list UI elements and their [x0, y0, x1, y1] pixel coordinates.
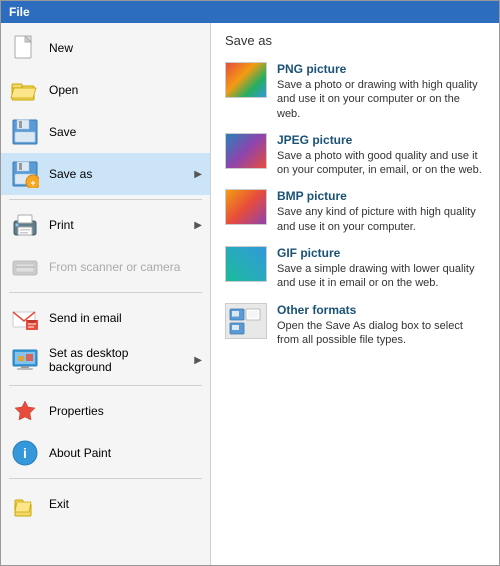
properties-icon	[9, 395, 41, 427]
other-thumbnail	[225, 303, 267, 339]
menu-item-email[interactable]: Send in email	[1, 297, 210, 339]
jpeg-thumbnail	[225, 133, 267, 169]
menu-item-properties-label: Properties	[49, 404, 202, 418]
email-icon	[9, 302, 41, 334]
application-window: File New	[0, 0, 500, 566]
menu-item-new[interactable]: New	[1, 27, 210, 69]
menu-item-about-label: About Paint	[49, 446, 202, 460]
new-icon	[9, 32, 41, 64]
svg-text:i: i	[23, 445, 27, 461]
gif-title: GIF picture	[277, 246, 485, 260]
png-thumbnail	[225, 62, 267, 98]
format-item-other[interactable]: Other formats Open the Save As dialog bo…	[225, 303, 485, 348]
about-icon: i	[9, 437, 41, 469]
desktop-bg-arrow: ▶	[194, 355, 202, 366]
title-bar-label: File	[9, 5, 30, 19]
save-as-arrow: ▶	[194, 169, 202, 180]
format-item-gif[interactable]: GIF picture Save a simple drawing with l…	[225, 246, 485, 291]
gif-thumbnail	[225, 246, 267, 282]
bmp-desc: Save any kind of picture with high quali…	[277, 205, 485, 234]
menu-item-desktop-bg-label: Set as desktop background	[49, 346, 194, 374]
title-bar: File	[1, 1, 499, 23]
other-text-block: Other formats Open the Save As dialog bo…	[277, 303, 485, 348]
menu-item-email-label: Send in email	[49, 311, 202, 325]
jpeg-title: JPEG picture	[277, 133, 485, 147]
svg-text:+: +	[30, 178, 35, 188]
menu-item-scanner: From scanner or camera	[1, 246, 210, 288]
menu-item-about[interactable]: i About Paint	[1, 432, 210, 474]
print-icon	[9, 209, 41, 241]
menu-item-exit[interactable]: Exit	[1, 483, 210, 525]
save-icon	[9, 116, 41, 148]
right-panel-title: Save as	[225, 33, 485, 52]
menu-item-new-label: New	[49, 41, 202, 55]
menu-item-print[interactable]: Print ▶	[1, 204, 210, 246]
menu-item-save-as-label: Save as	[49, 167, 194, 181]
menu-item-save-label: Save	[49, 125, 202, 139]
menu-item-save[interactable]: Save	[1, 111, 210, 153]
menu-item-properties[interactable]: Properties	[1, 390, 210, 432]
png-text-block: PNG picture Save a photo or drawing with…	[277, 62, 485, 121]
menu-item-desktop-bg[interactable]: Set as desktop background ▶	[1, 339, 210, 381]
other-title: Other formats	[277, 303, 485, 317]
gif-text-block: GIF picture Save a simple drawing with l…	[277, 246, 485, 291]
save-as-icon: +	[9, 158, 41, 190]
gif-desc: Save a simple drawing with lower quality…	[277, 262, 485, 291]
separator-3	[9, 385, 202, 386]
bmp-thumbnail	[225, 189, 267, 225]
format-item-png[interactable]: PNG picture Save a photo or drawing with…	[225, 62, 485, 121]
content-area: New Open	[1, 23, 499, 565]
format-item-jpeg[interactable]: JPEG picture Save a photo with good qual…	[225, 133, 485, 178]
bmp-title: BMP picture	[277, 189, 485, 203]
png-title: PNG picture	[277, 62, 485, 76]
menu-item-exit-label: Exit	[49, 497, 202, 511]
format-item-bmp[interactable]: BMP picture Save any kind of picture wit…	[225, 189, 485, 234]
exit-icon	[9, 488, 41, 520]
jpeg-text-block: JPEG picture Save a photo with good qual…	[277, 133, 485, 178]
separator-4	[9, 478, 202, 479]
desktop-icon	[9, 344, 41, 376]
open-icon	[9, 74, 41, 106]
separator-2	[9, 292, 202, 293]
left-panel: New Open	[1, 23, 211, 565]
other-desc: Open the Save As dialog box to select fr…	[277, 319, 485, 348]
png-desc: Save a photo or drawing with high qualit…	[277, 78, 485, 121]
menu-item-open[interactable]: Open	[1, 69, 210, 111]
menu-item-scanner-label: From scanner or camera	[49, 260, 202, 274]
separator-1	[9, 199, 202, 200]
jpeg-desc: Save a photo with good quality and use i…	[277, 149, 485, 178]
print-arrow: ▶	[194, 220, 202, 231]
menu-item-print-label: Print	[49, 218, 194, 232]
bmp-text-block: BMP picture Save any kind of picture wit…	[277, 189, 485, 234]
right-panel: Save as PNG picture Save a photo or draw…	[211, 23, 499, 565]
scanner-icon	[9, 251, 41, 283]
menu-item-save-as[interactable]: + Save as ▶	[1, 153, 210, 195]
menu-item-open-label: Open	[49, 83, 202, 97]
